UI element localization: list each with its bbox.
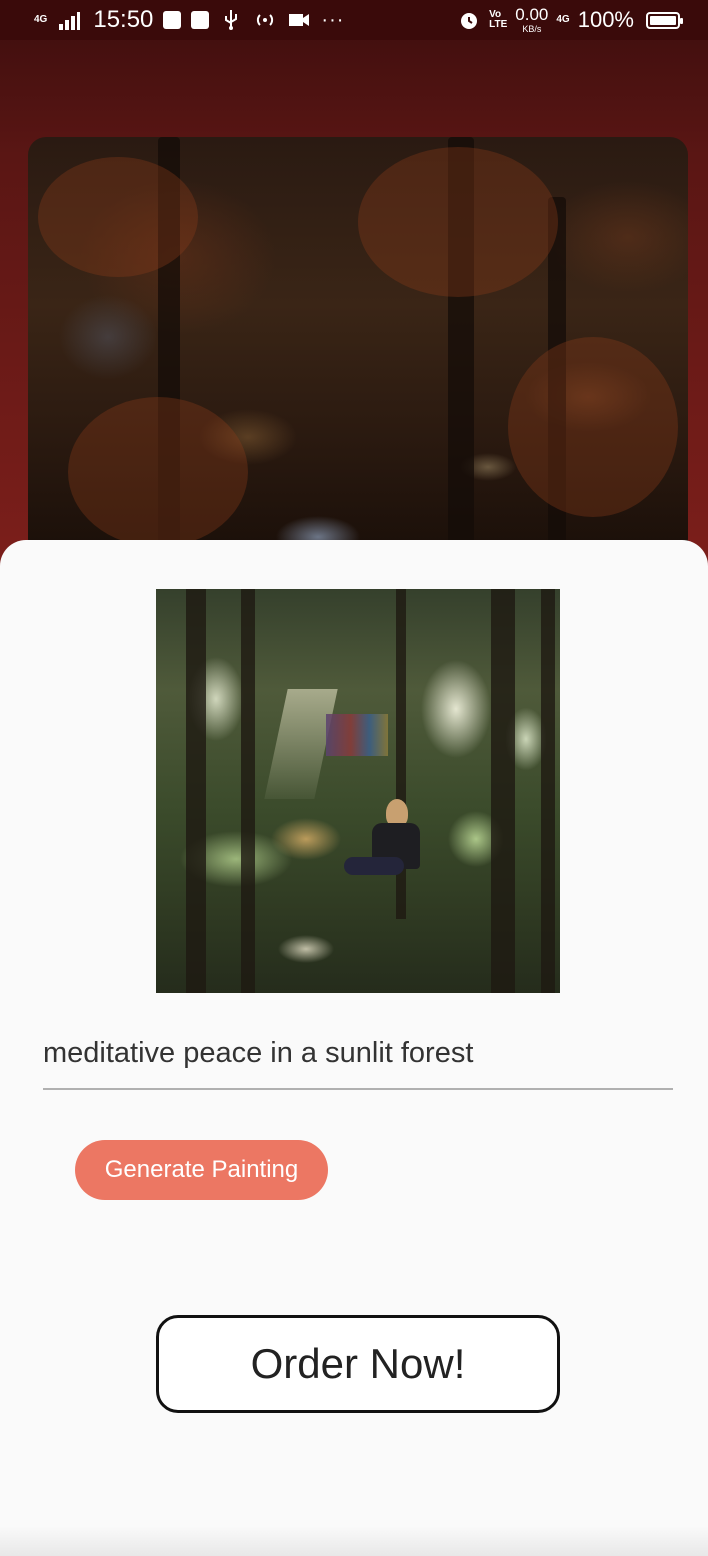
status-right: Vo LTE 0.00 KB/s 4G 100% bbox=[457, 6, 683, 34]
painting-foliage bbox=[38, 157, 198, 277]
net-speed-value: 0.00 bbox=[515, 5, 549, 24]
preview-tree-trunk bbox=[241, 589, 255, 993]
painting-foliage bbox=[358, 147, 558, 297]
generated-painting-preview bbox=[156, 589, 560, 993]
volte-indicator: Vo LTE bbox=[489, 10, 507, 30]
alarm-icon bbox=[461, 13, 478, 29]
volte-bottom-label: LTE bbox=[489, 19, 508, 30]
task-check-icon bbox=[163, 11, 182, 29]
net-speed-indicator: 0.00 KB/s bbox=[515, 6, 548, 34]
status-bar: 4G 15:50 ··· Vo LTE 0.00 KB/s 4G 100% bbox=[0, 0, 708, 40]
generate-painting-button[interactable]: Generate Painting bbox=[75, 1140, 328, 1200]
status-left: 4G 15:50 ··· bbox=[34, 6, 344, 34]
preview-tree-trunk bbox=[491, 589, 515, 993]
preview-prayer-flags bbox=[326, 714, 388, 756]
battery-fill bbox=[650, 15, 676, 25]
network-type-label: 4G bbox=[34, 14, 48, 25]
painting-image bbox=[28, 137, 688, 557]
battery-icon bbox=[646, 11, 683, 29]
net-speed-unit: KB/s bbox=[522, 24, 542, 34]
signal-icon bbox=[59, 12, 81, 30]
preview-tree-trunk bbox=[186, 589, 206, 993]
usb-debug-icon bbox=[191, 11, 210, 29]
network-type-2-label: 4G bbox=[556, 14, 570, 25]
more-notifications-icon: ··· bbox=[321, 8, 345, 31]
network-type-2-indicator: 4G bbox=[556, 15, 569, 25]
battery-percent: 100% bbox=[577, 7, 634, 32]
hotspot-icon bbox=[257, 14, 274, 26]
bottom-shadow bbox=[0, 1526, 708, 1556]
painting-foliage bbox=[68, 397, 248, 547]
status-time: 15:50 bbox=[93, 6, 154, 33]
bottom-sheet: Generate Painting Order Now! bbox=[0, 540, 708, 1556]
preview-tree-trunk bbox=[541, 589, 555, 993]
order-now-button[interactable]: Order Now! bbox=[156, 1315, 560, 1413]
painting-foliage bbox=[508, 337, 678, 517]
person-legs bbox=[344, 857, 404, 875]
usb-icon bbox=[225, 10, 238, 30]
prompt-input[interactable] bbox=[43, 1018, 673, 1090]
network-type-indicator: 4G bbox=[34, 15, 47, 25]
video-camera-icon bbox=[289, 14, 310, 26]
preview-meditating-person bbox=[344, 799, 430, 879]
